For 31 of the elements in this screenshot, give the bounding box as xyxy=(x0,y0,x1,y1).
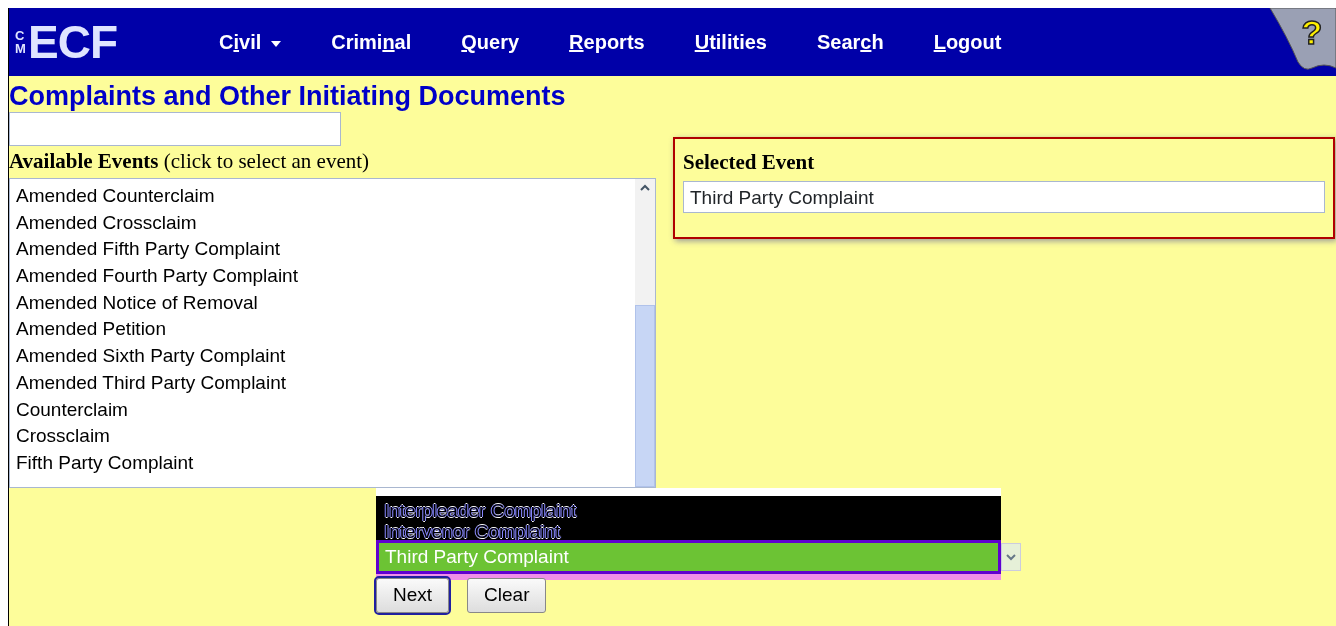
filter-field[interactable] xyxy=(9,112,341,147)
event-item[interactable]: Amended Notice of Removal xyxy=(10,289,635,317)
dropdown-option[interactable]: Intervenor Complaint xyxy=(384,521,993,542)
event-item[interactable]: Amended Crossclaim xyxy=(10,209,635,237)
event-item[interactable]: Amended Petition xyxy=(10,316,635,344)
menu-link[interactable]: Logout xyxy=(933,27,1002,57)
menu-link[interactable]: Civil xyxy=(219,27,282,57)
dropdown-option[interactable]: Interpleader Complaint xyxy=(384,500,993,521)
events-listbox[interactable] xyxy=(9,177,656,488)
event-item[interactable]: Crossclaim xyxy=(10,423,635,450)
event-item[interactable]: Counterclaim xyxy=(10,396,635,424)
event-item[interactable]: Amended Third Party Complaint xyxy=(10,369,635,397)
menu-link[interactable]: Reports xyxy=(569,27,645,57)
menu-link[interactable]: Search xyxy=(816,27,884,57)
event-item[interactable]: Amended Counterclaim xyxy=(10,182,635,210)
menu-link[interactable]: Query xyxy=(461,27,520,57)
menu-link[interactable]: Criminal xyxy=(331,27,412,57)
scrollbar-thumb[interactable] xyxy=(635,304,655,487)
selected-event-field[interactable]: Third Party Complaint xyxy=(683,180,1325,213)
event-item[interactable]: Amended Sixth Party Complaint xyxy=(10,343,635,370)
event-item[interactable]: Fifth Party Complaint xyxy=(10,449,635,477)
selected-event-label: Selected Event xyxy=(683,149,815,176)
scroll-up-icon[interactable] xyxy=(639,183,651,192)
dropdown-icon[interactable] xyxy=(1006,553,1016,561)
next-button[interactable]: Next xyxy=(376,578,450,613)
available-events-label: Available Events (click to select an event) xyxy=(9,148,370,176)
event-item[interactable]: Amended Fourth Party Complaint xyxy=(10,263,635,290)
menu-link[interactable]: Utilities xyxy=(694,27,767,57)
clear-button[interactable]: Clear xyxy=(467,578,547,613)
page-title: Complaints and Other Initiating Documents xyxy=(9,80,567,113)
event-item[interactable]: Amended Fifth Party Complaint xyxy=(10,236,635,263)
